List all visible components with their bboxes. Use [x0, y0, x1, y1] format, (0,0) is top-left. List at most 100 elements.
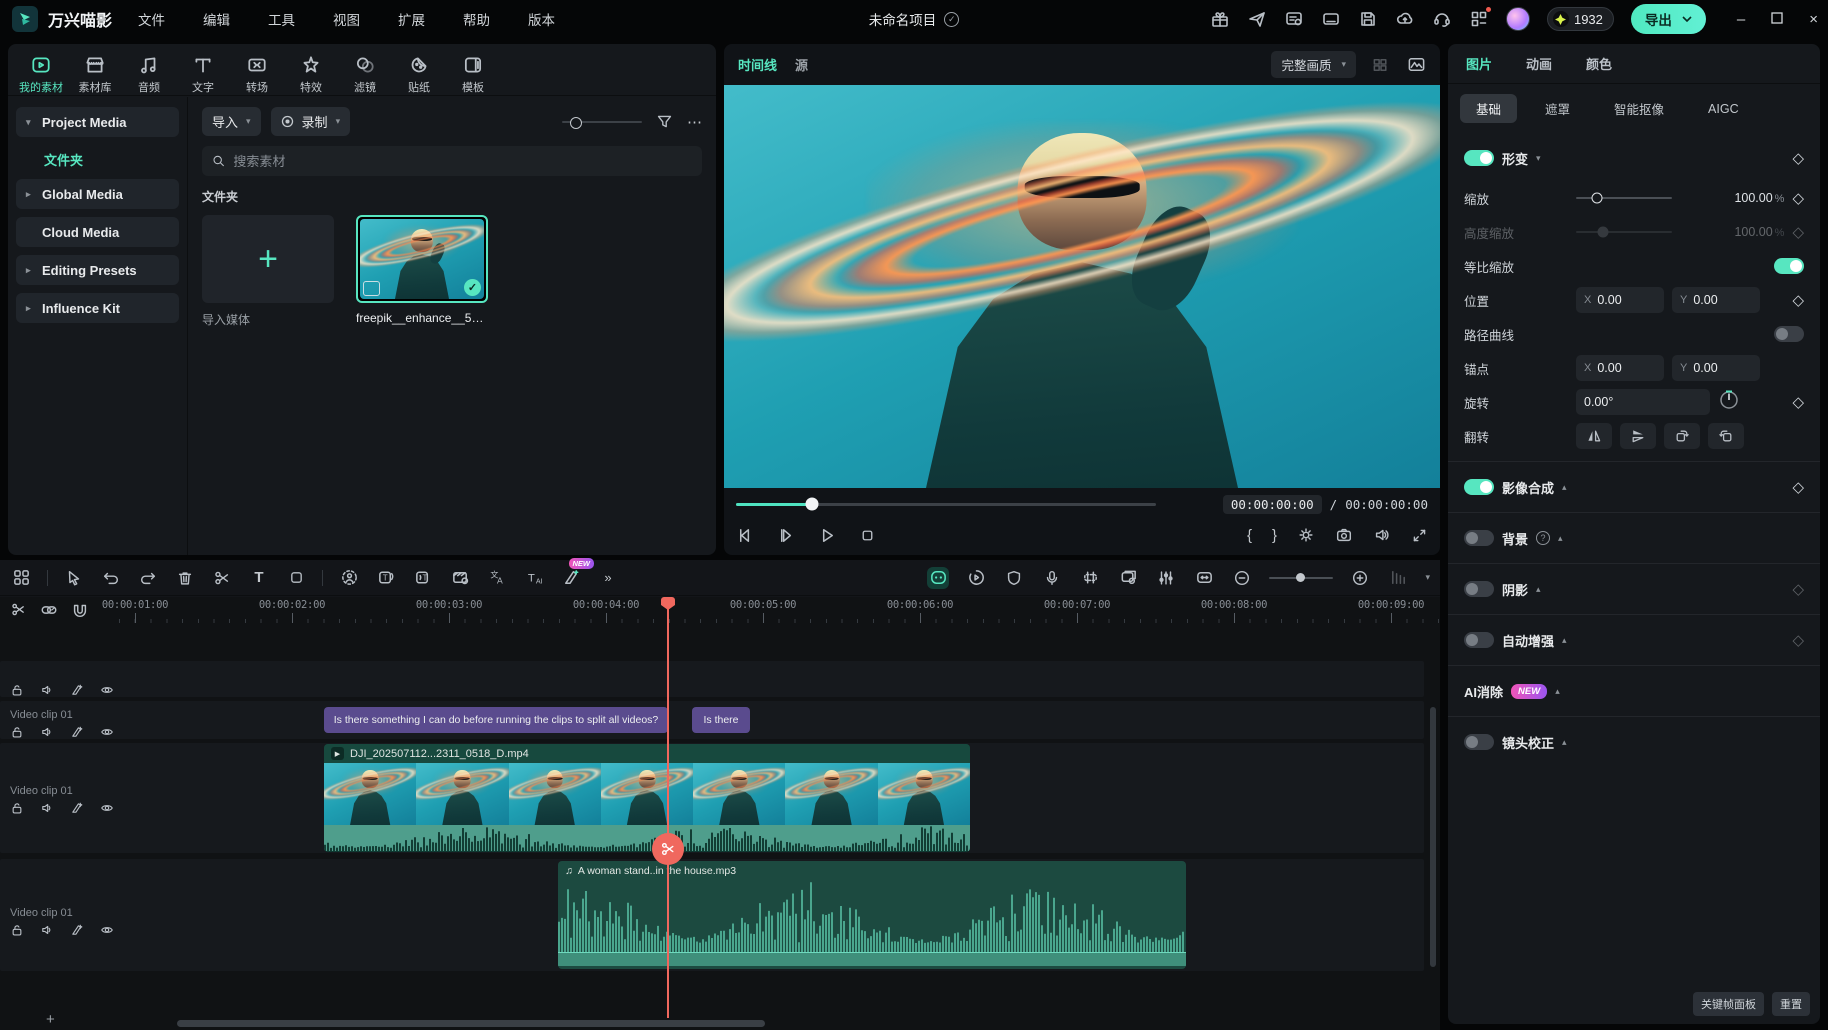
ai-text-icon[interactable]: TAI	[523, 567, 545, 589]
shadow-toggle[interactable]	[1464, 581, 1494, 597]
timeline-zoom-slider[interactable]	[1269, 577, 1333, 579]
app-logo-icon[interactable]	[12, 6, 38, 32]
scene-detect-icon[interactable]	[449, 567, 471, 589]
track-effect-icon[interactable]	[70, 923, 84, 937]
toolbox-icon[interactable]	[10, 567, 32, 589]
subtab-mask[interactable]: 遮罩	[1529, 94, 1586, 123]
motion-tracking-icon[interactable]	[338, 567, 360, 589]
sidebar-item-influence-kit[interactable]: ▸ Influence Kit	[16, 293, 179, 323]
translate-icon[interactable]: 文A	[486, 567, 508, 589]
playback-quality-select[interactable]: 完整画质▾	[1271, 51, 1356, 78]
crop-tool-icon[interactable]	[285, 567, 307, 589]
reset-button[interactable]: 重置	[1772, 992, 1810, 1016]
timeline-vertical-scrollbar[interactable]	[1430, 707, 1436, 967]
cloud-upload-icon[interactable]	[1395, 9, 1415, 29]
preview-tab-source[interactable]: 源	[795, 55, 808, 74]
stop-button[interactable]	[859, 527, 876, 544]
menu-view[interactable]: 视图	[333, 9, 360, 29]
changelog-icon[interactable]	[1284, 9, 1304, 29]
sidebar-item-editing-presets[interactable]: ▸ Editing Presets	[16, 255, 179, 285]
track-height-icon[interactable]	[1387, 567, 1409, 589]
lens-correction-toggle[interactable]	[1464, 734, 1494, 750]
menu-help[interactable]: 帮助	[463, 9, 490, 29]
window-minimize-button[interactable]: –	[1737, 11, 1745, 28]
ai-copilot-icon[interactable]	[927, 567, 949, 589]
position-x-field[interactable]: X0.00	[1576, 287, 1664, 313]
mark-out-button[interactable]: }	[1272, 527, 1277, 544]
mute-icon[interactable]	[40, 683, 54, 697]
ai-effect-icon[interactable]: NEW	[560, 567, 582, 589]
chevron-up-icon[interactable]: ▴	[1562, 482, 1567, 493]
mark-in-button[interactable]: {	[1247, 527, 1252, 544]
tab-audio[interactable]: 音频	[126, 50, 172, 95]
track-effect-icon[interactable]	[70, 725, 84, 739]
record-button[interactable]: 录制▾	[271, 107, 351, 136]
tab-text[interactable]: 文字	[180, 50, 226, 95]
link-clips-icon[interactable]	[40, 601, 58, 619]
thumbnail-size-slider[interactable]	[562, 121, 642, 123]
chevron-up-icon[interactable]: ▴	[1562, 737, 1567, 748]
compositing-toggle[interactable]	[1464, 479, 1494, 495]
window-close-button[interactable]: ×	[1809, 11, 1818, 28]
more-tools-icon[interactable]: »	[597, 567, 619, 589]
track-effect-icon[interactable]	[70, 801, 84, 815]
support-headset-icon[interactable]	[1432, 9, 1452, 29]
audio-mixer-icon[interactable]	[1155, 567, 1177, 589]
rotate-cw-button[interactable]	[1664, 423, 1700, 449]
chevron-up-icon[interactable]: ▴	[1558, 533, 1563, 544]
subtab-smart-cutout[interactable]: 智能抠像	[1598, 94, 1680, 123]
export-button[interactable]: 导出	[1631, 4, 1706, 34]
scale-slider[interactable]	[1576, 197, 1672, 199]
flip-vertical-button[interactable]	[1620, 423, 1656, 449]
fullscreen-icon[interactable]	[1411, 527, 1428, 544]
tab-stickers[interactable]: 贴纸	[396, 50, 442, 95]
menu-version[interactable]: 版本	[528, 9, 555, 29]
delete-icon[interactable]	[174, 567, 196, 589]
mute-icon[interactable]	[40, 801, 54, 815]
media-asset-tile[interactable]: ✓ freepik__enhance__57...	[356, 215, 488, 328]
window-maximize-button[interactable]	[1771, 11, 1783, 28]
background-toggle[interactable]	[1464, 530, 1494, 546]
zoom-in-icon[interactable]	[1349, 567, 1371, 589]
auto-enhance-toggle[interactable]	[1464, 632, 1494, 648]
flip-horizontal-button[interactable]	[1576, 423, 1612, 449]
sidebar-item-global-media[interactable]: ▸ Global Media	[16, 179, 179, 209]
menu-tools[interactable]: 工具	[268, 9, 295, 29]
preview-canvas[interactable]	[724, 85, 1440, 488]
rotate-field[interactable]: 0.00°	[1576, 389, 1710, 415]
add-track-button[interactable]: +	[46, 1011, 55, 1028]
speech-to-text-icon[interactable]: T	[412, 567, 434, 589]
snap-magnet-icon[interactable]	[71, 601, 89, 619]
inspector-tab-color[interactable]: 颜色	[1586, 54, 1612, 73]
keyframe-diamond-icon[interactable]: ◇	[1792, 293, 1804, 308]
chevron-down-icon[interactable]: ▾	[1536, 153, 1541, 164]
preview-tab-timeline[interactable]: 时间线	[738, 55, 777, 74]
tab-filters[interactable]: 滤镜	[342, 50, 388, 95]
track-effect-icon[interactable]	[70, 683, 84, 697]
keyframe-diamond-icon[interactable]: ◇	[1792, 191, 1804, 206]
volume-icon[interactable]	[1373, 526, 1391, 544]
lock-icon[interactable]	[10, 725, 24, 739]
import-media-tile[interactable]: + 导入媒体	[202, 215, 334, 328]
hide-track-icon[interactable]	[100, 923, 114, 937]
apps-grid-icon[interactable]	[1469, 9, 1489, 29]
inspector-tab-image[interactable]: 图片	[1466, 54, 1492, 73]
sidebar-item-folder[interactable]: 文件夹	[16, 145, 179, 173]
subtab-basic[interactable]: 基础	[1460, 94, 1517, 123]
text-clip[interactable]: Is there something I can do before runni…	[324, 707, 668, 733]
scopes-icon[interactable]	[1407, 55, 1426, 74]
save-icon[interactable]	[1358, 9, 1378, 29]
video-clip[interactable]: ▶ DJI_202507112...2311_0518_D.mp4	[324, 744, 970, 852]
keyframe-panel-button[interactable]: 关键帧面板	[1693, 992, 1764, 1016]
hide-track-icon[interactable]	[100, 683, 114, 697]
chevron-up-icon[interactable]: ▴	[1562, 635, 1567, 646]
scale-value[interactable]: 100.00	[1734, 191, 1772, 205]
keyframe-diamond-icon[interactable]: ◇	[1792, 395, 1804, 410]
rotate-dial-icon[interactable]	[1718, 389, 1740, 416]
help-icon[interactable]: ?	[1536, 531, 1550, 545]
chevron-up-icon[interactable]: ▴	[1536, 584, 1541, 595]
previous-frame-button[interactable]	[736, 526, 755, 545]
tab-stock-media[interactable]: 素材库	[72, 50, 118, 95]
snapshot-camera-icon[interactable]	[1335, 526, 1353, 544]
split-at-playhead-button[interactable]	[652, 833, 684, 865]
